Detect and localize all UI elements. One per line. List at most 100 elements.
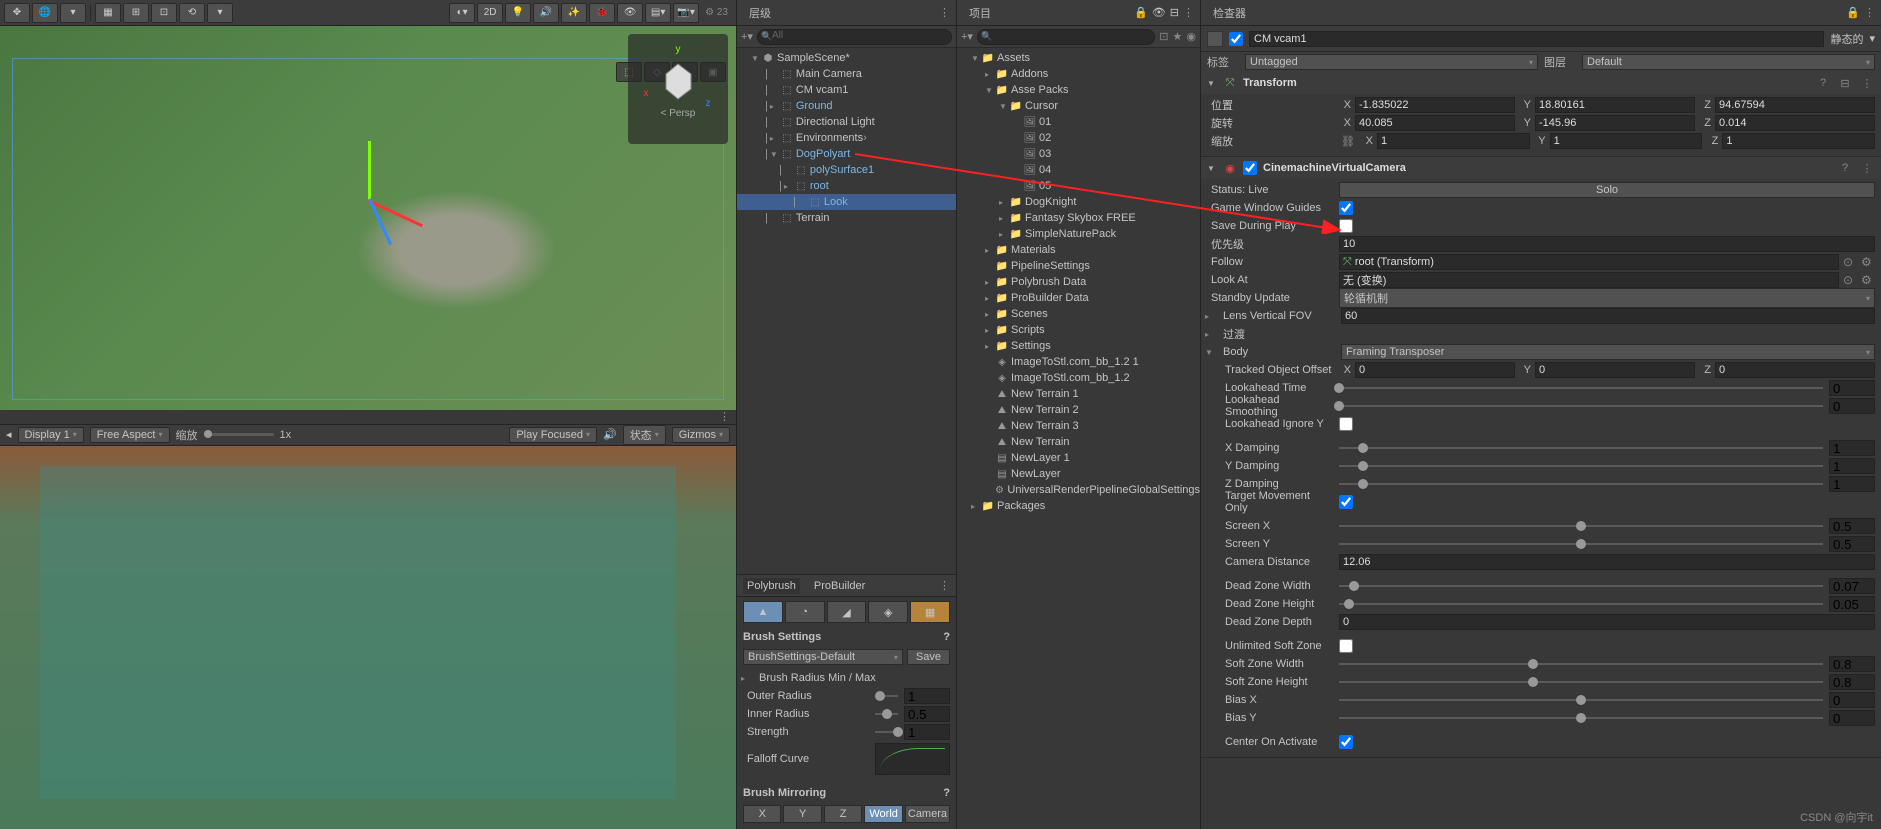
project-item[interactable]: ▸📁Scenes	[957, 306, 1200, 322]
star-icon[interactable]: ★	[1173, 30, 1183, 43]
fold-icon[interactable]: ▸	[985, 294, 995, 303]
help-icon[interactable]: ?	[1837, 160, 1853, 176]
fold-icon[interactable]: ▸	[770, 102, 780, 111]
sculpt-mode[interactable]: ▲	[743, 601, 783, 623]
scale-link-icon[interactable]: ⛓	[1339, 135, 1357, 148]
project-item[interactable]: ⛰New Terrain 2	[957, 402, 1200, 418]
scale-slider[interactable]	[204, 433, 274, 436]
project-item[interactable]: 🖼01	[957, 114, 1200, 130]
fold-icon[interactable]: ▼	[1207, 79, 1217, 88]
color-mode[interactable]: ◢	[827, 601, 867, 623]
lookahead_time-field[interactable]	[1829, 380, 1875, 396]
picker-icon[interactable]: ⊙	[1843, 255, 1857, 269]
snap-inc[interactable]: ⊡	[151, 3, 177, 23]
probuilder-tab[interactable]: ProBuilder	[810, 578, 869, 594]
fold-icon[interactable]: ▸	[985, 326, 995, 335]
project-item[interactable]: ▸📁Scripts	[957, 322, 1200, 338]
z_damping-slider[interactable]	[1339, 483, 1823, 485]
fold-icon[interactable]: ▸	[985, 278, 995, 287]
hierarchy-item[interactable]: |⬚polySurface1	[737, 162, 956, 178]
project-item[interactable]: ⛰New Terrain	[957, 434, 1200, 450]
camera_distance-field[interactable]	[1339, 554, 1875, 570]
falloff-curve[interactable]	[875, 743, 950, 775]
project-item[interactable]: ▸📁Polybrush Data	[957, 274, 1200, 290]
hierarchy-item[interactable]: |▸⬚root	[737, 178, 956, 194]
fold-icon[interactable]: ▸	[999, 214, 1009, 223]
static-dropdown-icon[interactable]: ▾	[1869, 32, 1875, 45]
hierarchy-item[interactable]: |⬚CM vcam1	[737, 82, 956, 98]
bias_y-field[interactable]	[1829, 710, 1875, 726]
project-item[interactable]: ⚙UniversalRenderPipelineGlobalSettings	[957, 482, 1200, 498]
lookahead_smoothing-slider[interactable]	[1339, 405, 1823, 407]
help-icon[interactable]: ?	[943, 787, 950, 799]
fov-field[interactable]	[1341, 308, 1875, 324]
dead_height-field[interactable]	[1829, 596, 1875, 612]
active-checkbox[interactable]	[1229, 32, 1243, 46]
2d-toggle[interactable]: 2D	[477, 3, 503, 23]
x_damping-slider[interactable]	[1339, 447, 1823, 449]
fold-icon[interactable]: ▼	[751, 54, 761, 63]
project-item[interactable]: 📁PipelineSettings	[957, 258, 1200, 274]
dead_height-slider[interactable]	[1339, 603, 1823, 605]
target_movement-checkbox[interactable]	[1339, 495, 1353, 509]
fold-icon[interactable]: ▸	[985, 70, 995, 79]
polybrush-menu-icon[interactable]: ⋮	[939, 579, 950, 592]
hierarchy-item[interactable]: |▸⬚Ground	[737, 98, 956, 114]
game-left-icon[interactable]: ◂	[6, 428, 12, 441]
gizmos-dropdown[interactable]: Gizmos	[672, 427, 730, 443]
standby-dropdown[interactable]: 轮循机制	[1339, 288, 1875, 308]
fold-icon[interactable]: ▸	[741, 674, 751, 683]
debug-toggle[interactable]: 🐞	[589, 3, 615, 23]
hierarchy-item[interactable]: |⬚Look	[737, 194, 956, 210]
snap-dd[interactable]: ▾	[207, 3, 233, 23]
project-item[interactable]: ▸📁DogKnight	[957, 194, 1200, 210]
hierarchy-item[interactable]: |⬚Terrain	[737, 210, 956, 226]
mirror-z-button[interactable]: Z	[824, 805, 862, 823]
dead_width-slider[interactable]	[1339, 585, 1823, 587]
inspector-tab[interactable]: 检查器	[1207, 3, 1252, 23]
dead_depth-field[interactable]	[1339, 614, 1875, 630]
screen_y-field[interactable]	[1829, 536, 1875, 552]
prefab-mode[interactable]: ◈	[868, 601, 908, 623]
fold-icon[interactable]: ▸	[1205, 312, 1215, 321]
mirror-camera-button[interactable]: Camera	[905, 805, 950, 823]
project-item[interactable]: ▸📁Materials	[957, 242, 1200, 258]
screen_y-slider[interactable]	[1339, 543, 1823, 545]
soft_height-slider[interactable]	[1339, 681, 1823, 683]
project-item[interactable]: ◈ImageToStl.com_bb_1.2 1	[957, 354, 1200, 370]
project-item[interactable]: ▼📁Cursor	[957, 98, 1200, 114]
project-item[interactable]: ▼📁Asse Packs	[957, 82, 1200, 98]
hierarchy-menu-icon[interactable]: ⋮	[939, 6, 950, 19]
scene-view[interactable]: ⬚ ◇ ◈ ▣ y x z < Persp	[0, 26, 736, 410]
project-item[interactable]: ▸📁SimpleNaturePack	[957, 226, 1200, 242]
brush-save-button[interactable]: Save	[907, 649, 950, 665]
help-icon[interactable]: ?	[1815, 75, 1831, 91]
view-icon[interactable]: 👁	[1152, 6, 1166, 19]
project-item[interactable]: ⛰New Terrain 1	[957, 386, 1200, 402]
lock-icon[interactable]: 🔒	[1134, 6, 1148, 19]
project-tab[interactable]: 项目	[963, 3, 997, 23]
fold-icon[interactable]: ▸	[999, 198, 1009, 207]
center_activate-checkbox[interactable]	[1339, 735, 1353, 749]
audio-icon[interactable]: 🔊	[603, 428, 617, 441]
fold-icon[interactable]: ▸	[971, 502, 981, 511]
soft_width-field[interactable]	[1829, 656, 1875, 672]
rot-x-field[interactable]	[1355, 115, 1515, 131]
grid-toggle[interactable]: ▦	[95, 3, 121, 23]
filter-icon[interactable]: ⊡	[1159, 30, 1168, 43]
guides-checkbox[interactable]	[1339, 201, 1353, 215]
pos-y-field[interactable]	[1535, 97, 1695, 113]
strength-field[interactable]	[904, 724, 950, 740]
project-item[interactable]: ▤NewLayer 1	[957, 450, 1200, 466]
snap-rot[interactable]: ⟲	[179, 3, 205, 23]
hierarchy-search[interactable]: All	[757, 29, 952, 45]
hidden-toggle[interactable]: 👁	[617, 3, 643, 23]
mirror-x-button[interactable]: X	[743, 805, 781, 823]
rot-y-field[interactable]	[1535, 115, 1695, 131]
fold-icon[interactable]: ▸	[985, 342, 995, 351]
tool-view[interactable]: ✥	[4, 3, 30, 23]
follow-object-field[interactable]: ⤧root (Transform)	[1339, 254, 1839, 270]
fold-icon[interactable]: ▼	[999, 102, 1009, 111]
gear-icon[interactable]: ⚙	[1861, 273, 1875, 287]
hidden-icon[interactable]: ◉	[1186, 30, 1196, 43]
